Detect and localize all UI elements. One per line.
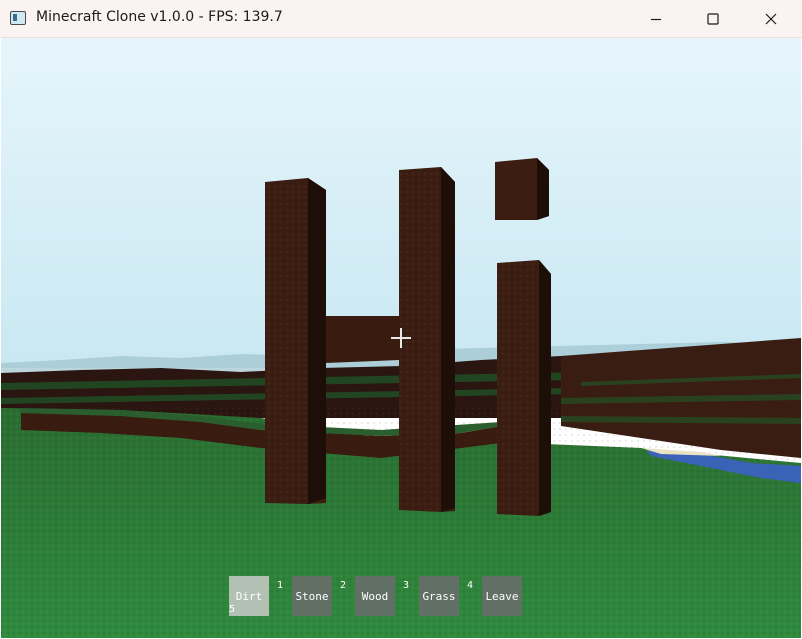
slot-label: Grass	[422, 589, 456, 603]
hotbar-slot-grass[interactable]: Grass	[419, 576, 459, 616]
close-icon	[765, 13, 777, 25]
letter-i-structure	[495, 158, 551, 516]
hotbar-slot-dirt[interactable]: Dirt	[229, 576, 269, 616]
title-bar: Minecraft Clone v1.0.0 - FPS: 139.7	[0, 0, 802, 38]
hotbar-slot-leave[interactable]: Leave	[482, 576, 522, 616]
slot-label: Dirt	[235, 589, 263, 603]
slot-label: Leave	[485, 589, 519, 603]
hotbar-slot-wood[interactable]: Wood	[355, 576, 395, 616]
maximize-icon	[707, 13, 719, 25]
crosshair-icon	[391, 328, 411, 348]
slot-label: Wood	[361, 589, 389, 603]
minimize-button[interactable]	[627, 0, 685, 38]
game-viewport[interactable]: Dirt 5 1 Stone 2 Wood 3 Grass 4 Leave	[1, 38, 801, 638]
app-window-icon	[10, 11, 26, 25]
hotbar-slot-stone[interactable]: Stone	[292, 576, 332, 616]
window-title: Minecraft Clone v1.0.0 - FPS: 139.7	[36, 9, 283, 25]
slot-label: Stone	[295, 589, 329, 603]
minimize-icon	[651, 18, 661, 21]
maximize-button[interactable]	[684, 0, 742, 38]
close-button[interactable]	[742, 0, 800, 38]
